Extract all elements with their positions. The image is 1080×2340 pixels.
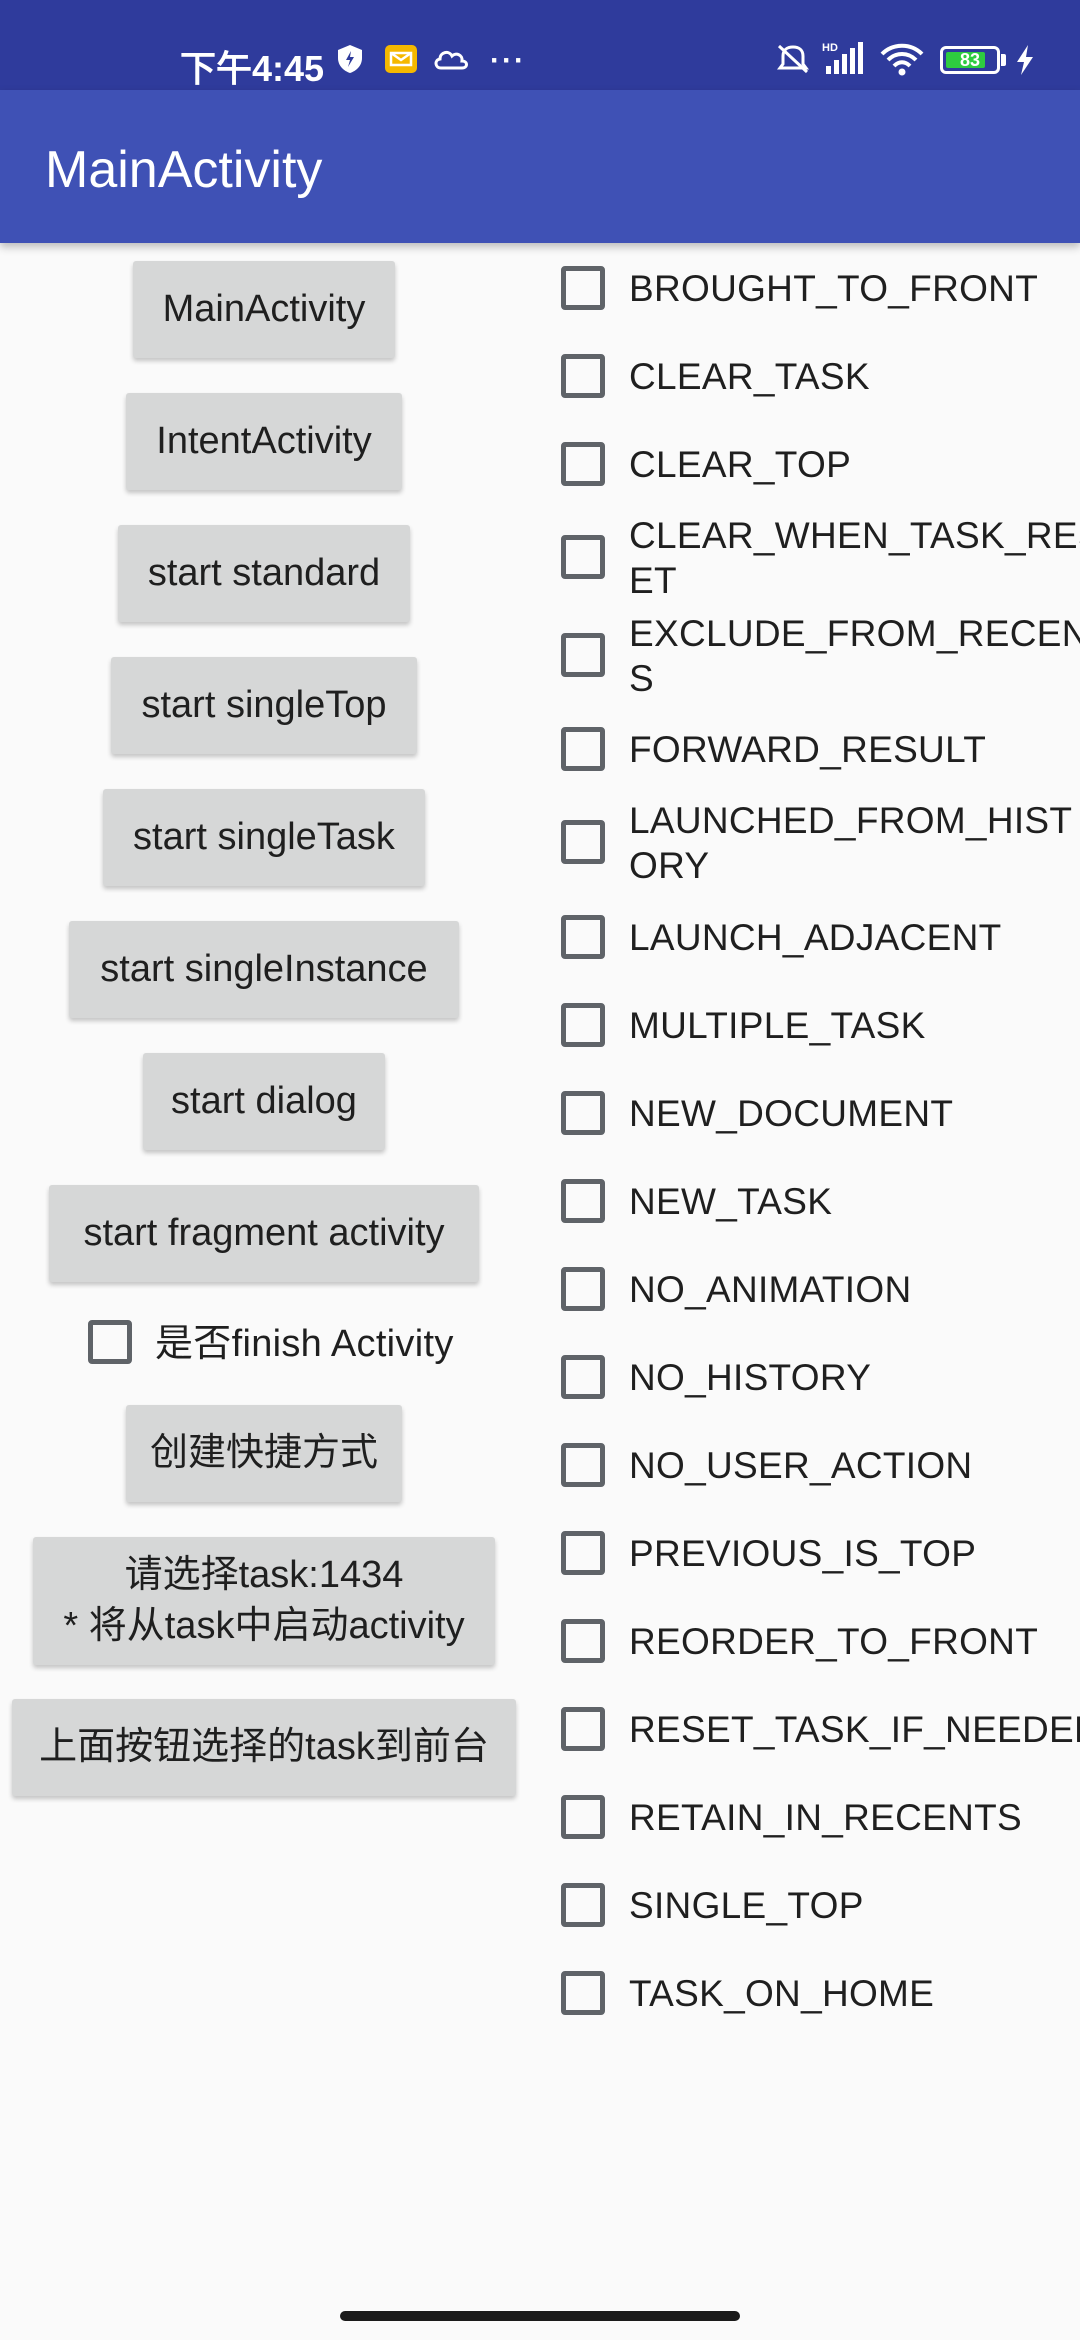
finish-activity-checkbox[interactable] [88,1320,132,1364]
flag-label: TASK_ON_HOME [629,1973,935,2014]
flag-checkbox-forward-result[interactable] [561,727,605,771]
flag-label: BROUGHT_TO_FRONT [629,268,1039,309]
flag-label: NEW_TASK [629,1181,833,1222]
flag-label-wrap: ET [629,560,677,601]
wifi-icon [880,43,924,76]
flag-checkbox-new-document[interactable] [561,1091,605,1135]
flag-checkbox-reorder-to-front[interactable] [561,1619,605,1663]
flag-checkbox-launched-from-history[interactable] [561,820,605,864]
flag-checkbox-retain-in-recents[interactable] [561,1795,605,1839]
svg-text:HD: HD [822,42,838,54]
mail-icon [385,45,417,73]
start-single-top-button[interactable]: start singleTop [111,657,417,754]
flag-label: SINGLE_TOP [629,1885,864,1926]
start-fragment-activity-button[interactable]: start fragment activity [49,1185,479,1282]
select-task-button[interactable]: 请选择task:1434 * 将从task中启动activity [33,1537,495,1665]
flag-checkbox-no-animation[interactable] [561,1267,605,1311]
intent-activity-button[interactable]: IntentActivity [126,393,402,490]
flag-label: NO_ANIMATION [629,1269,912,1310]
flag-label: CLEAR_WHEN_TASK_RES [629,515,1080,556]
start-standard-button[interactable]: start standard [118,525,410,622]
flag-checkbox-new-task[interactable] [561,1179,605,1223]
home-indicator[interactable] [340,2311,740,2321]
main-activity-button[interactable]: MainActivity [133,261,395,358]
battery-tip [1001,54,1006,66]
mute-icon [777,44,809,74]
flag-label-wrap: S [629,658,654,699]
flag-checkbox-clear-task[interactable] [561,354,605,398]
status-time: 下午4:45 [180,48,325,89]
flag-checkbox-clear-top[interactable] [561,442,605,486]
flag-label: NEW_DOCUMENT [629,1093,954,1134]
flag-checkbox-multiple-task[interactable] [561,1003,605,1047]
start-single-task-button[interactable]: start singleTask [103,789,425,886]
hd-signal-icon: HD [822,42,863,74]
flag-checkbox-no-user-action[interactable] [561,1443,605,1487]
shield-icon [338,45,362,73]
flag-checkbox-single-top[interactable] [561,1883,605,1927]
status-bar: 下午4:45 ··· HD 83 [0,0,1080,90]
charging-icon [1017,45,1033,75]
flag-label: REORDER_TO_FRONT [629,1621,1039,1662]
flag-checkbox-previous-is-top[interactable] [561,1531,605,1575]
flag-label: NO_HISTORY [629,1357,872,1398]
finish-activity-label: 是否finish Activity [155,1323,454,1365]
flag-checkbox-task-on-home[interactable] [561,1971,605,2015]
flag-checkbox-no-history[interactable] [561,1355,605,1399]
flag-checkbox-launch-adjacent[interactable] [561,915,605,959]
flag-label: PREVIOUS_IS_TOP [629,1533,977,1574]
flag-label: RETAIN_IN_RECENTS [629,1797,1022,1838]
flag-label: MULTIPLE_TASK [629,1005,926,1046]
app-bar-title: MainActivity [45,141,323,199]
more-icon: ··· [490,44,526,77]
cloud-icon [434,50,468,70]
start-single-instance-button[interactable]: start singleInstance [69,921,459,1018]
flag-label-wrap: ORY [629,845,710,886]
flag-label: NO_USER_ACTION [629,1445,973,1486]
create-shortcut-button[interactable]: 创建快捷方式 [126,1405,402,1502]
select-task-line2: * 将从task中启动activity [63,1605,465,1647]
flag-label: CLEAR_TOP [629,444,852,485]
flag-label: CLEAR_TASK [629,356,870,397]
battery-icon: 83 [940,46,1000,74]
battery-level: 83 [959,50,981,70]
flag-label: LAUNCH_ADJACENT [629,917,1002,958]
flag-checkbox-exclude-from-recents[interactable] [561,633,605,677]
start-dialog-button[interactable]: start dialog [143,1053,385,1150]
flag-label: FORWARD_RESULT [629,729,987,770]
flag-label: LAUNCHED_FROM_HIST [629,800,1073,841]
select-task-line1: 请选择task:1434 [124,1553,404,1596]
flag-checkbox-clear-when-task-reset[interactable] [561,535,605,579]
bring-task-to-front-button[interactable]: 上面按钮选择的task到前台 [12,1699,516,1796]
flag-checkbox-brought-to-front[interactable] [561,266,605,310]
flag-checkbox-reset-task-if-needed[interactable] [561,1707,605,1751]
app-bar: MainActivity [0,90,1080,243]
flag-label: RESET_TASK_IF_NEEDED [629,1709,1080,1750]
flag-label: EXCLUDE_FROM_RECENT [629,613,1080,654]
